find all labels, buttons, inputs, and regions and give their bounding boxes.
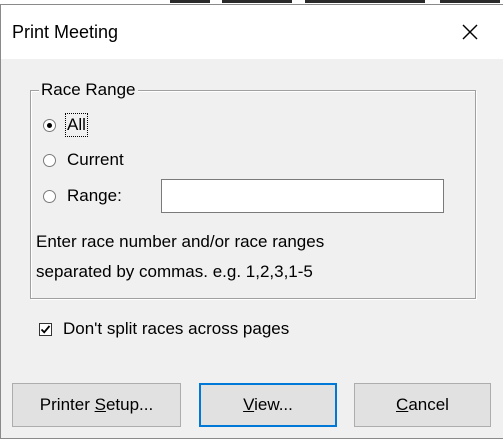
radio-range-indicator[interactable]: [43, 189, 56, 203]
printer-setup-button[interactable]: Printer Setup...: [12, 383, 181, 427]
radio-all[interactable]: All: [43, 113, 88, 137]
close-button[interactable]: [449, 13, 491, 51]
checkmark-icon: [40, 324, 51, 334]
title-bar: Print Meeting: [1, 5, 503, 59]
help-text-line-2: separated by commas. e.g. 1,2,3,1-5: [36, 262, 313, 281]
close-icon: [462, 24, 478, 40]
help-text-line-1: Enter race number and/or race ranges: [36, 232, 325, 251]
radio-current-indicator[interactable]: [43, 153, 56, 167]
cancel-button-label: Cancel: [396, 395, 449, 414]
print-meeting-dialog: Print Meeting Race Range All Current Ran…: [0, 4, 503, 439]
radio-all-label: All: [65, 113, 88, 137]
view-button[interactable]: View...: [199, 383, 337, 427]
background-fragment: [222, 0, 292, 3]
radio-current-label: Current: [67, 150, 124, 169]
view-button-label: View...: [243, 395, 293, 414]
radio-current[interactable]: Current: [43, 148, 124, 172]
printer-setup-button-label: Printer Setup...: [39, 395, 154, 414]
race-range-legend: Race Range: [39, 80, 138, 100]
dont-split-races-label: Don't split races across pages: [63, 319, 290, 338]
background-fragment: [170, 0, 210, 3]
radio-range-label: Range:: [67, 186, 122, 205]
race-range-input[interactable]: [161, 179, 444, 213]
dont-split-races-option[interactable]: Don't split races across pages: [39, 317, 289, 341]
radio-all-indicator[interactable]: [43, 118, 56, 132]
dialog-title: Print Meeting: [12, 22, 119, 42]
dont-split-races-checkbox[interactable]: [39, 322, 52, 336]
background-fragment: [440, 0, 500, 3]
cancel-button[interactable]: Cancel: [354, 383, 491, 427]
background-fragment: [305, 0, 425, 3]
radio-range[interactable]: Range:: [43, 184, 122, 208]
